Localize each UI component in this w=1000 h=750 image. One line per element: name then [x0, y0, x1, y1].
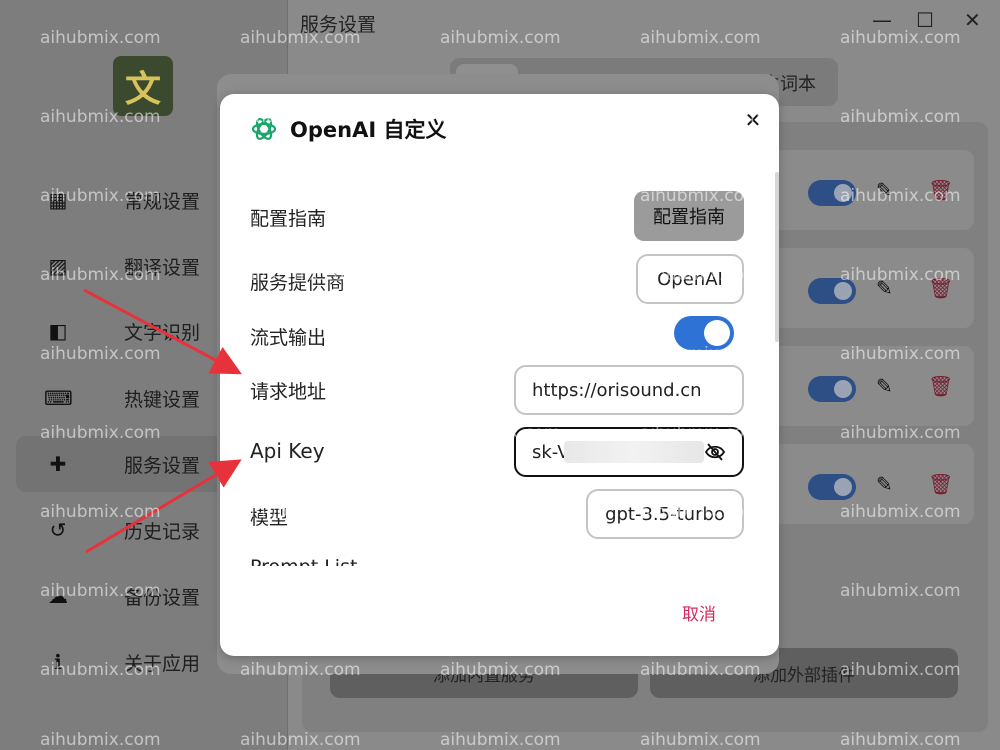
watermark: aihubmix.com: [640, 28, 761, 48]
watermark: aihubmix.com: [640, 344, 761, 364]
watermark: aihubmix.com: [440, 107, 561, 127]
watermark: aihubmix.com: [40, 107, 161, 127]
watermark: aihubmix.com: [640, 423, 761, 443]
edit-icon[interactable]: ✎: [876, 472, 898, 496]
watermark: aihubmix.com: [840, 28, 961, 48]
watermark: aihubmix.com: [40, 344, 161, 364]
watermark: aihubmix.com: [840, 344, 961, 364]
watermark: aihubmix.com: [840, 502, 961, 522]
watermark: aihubmix.com: [40, 502, 161, 522]
watermark: aihubmix.com: [240, 107, 361, 127]
openai-config-dialog: OpenAI 自定义 ✕ 配置指南 配置指南 服务提供商 OpenAI 流式输出…: [220, 94, 779, 656]
watermark: aihubmix.com: [240, 423, 361, 443]
url-label: 请求地址: [250, 381, 327, 403]
watermark: aihubmix.com: [640, 581, 761, 601]
watermark: aihubmix.com: [40, 186, 161, 206]
service-toggle[interactable]: [808, 474, 856, 500]
watermark: aihubmix.com: [840, 730, 961, 750]
watermark: aihubmix.com: [440, 344, 561, 364]
prompt-list-label: Prompt List: [250, 554, 357, 566]
watermark: aihubmix.com: [840, 423, 961, 443]
guide-label: 配置指南: [250, 208, 327, 230]
url-input[interactable]: https://orisound.cn: [514, 365, 744, 415]
sidebar-item-label: 文字识别: [124, 321, 201, 344]
watermark: aihubmix.com: [240, 502, 361, 522]
watermark: aihubmix.com: [40, 265, 161, 285]
watermark: aihubmix.com: [640, 186, 761, 206]
watermark: aihubmix.com: [40, 730, 161, 750]
watermark: aihubmix.com: [40, 660, 161, 680]
watermark: aihubmix.com: [840, 107, 961, 127]
watermark: aihubmix.com: [240, 344, 361, 364]
ocr-icon: ◧: [48, 319, 68, 343]
edit-icon[interactable]: ✎: [876, 374, 898, 398]
watermark: aihubmix.com: [240, 186, 361, 206]
keyboard-icon: ⌨: [44, 386, 73, 410]
watermark: aihubmix.com: [640, 660, 761, 680]
watermark: aihubmix.com: [440, 186, 561, 206]
watermark: aihubmix.com: [440, 660, 561, 680]
watermark: aihubmix.com: [840, 660, 961, 680]
sidebar-item-label: 热键设置: [124, 388, 201, 411]
watermark: aihubmix.com: [240, 265, 361, 285]
puzzle-icon: ✚: [49, 452, 67, 476]
redaction-blur: [564, 441, 704, 463]
watermark: aihubmix.com: [40, 581, 161, 601]
close-window-icon[interactable]: ✕: [964, 8, 981, 32]
watermark: aihubmix.com: [240, 28, 361, 48]
sidebar-item-label: 服务设置: [124, 454, 201, 477]
eye-off-icon[interactable]: [704, 441, 726, 463]
watermark: aihubmix.com: [240, 581, 361, 601]
watermark: aihubmix.com: [840, 186, 961, 206]
watermark: aihubmix.com: [440, 423, 561, 443]
watermark: aihubmix.com: [840, 581, 961, 601]
watermark: aihubmix.com: [440, 28, 561, 48]
service-toggle[interactable]: [808, 376, 856, 402]
delete-icon[interactable]: 🗑: [928, 374, 953, 398]
watermark: aihubmix.com: [440, 265, 561, 285]
watermark: aihubmix.com: [840, 265, 961, 285]
watermark: aihubmix.com: [240, 730, 361, 750]
cancel-button[interactable]: 取消: [682, 600, 716, 625]
watermark: aihubmix.com: [240, 660, 361, 680]
watermark: aihubmix.com: [440, 502, 561, 522]
watermark: aihubmix.com: [440, 581, 561, 601]
watermark: aihubmix.com: [40, 28, 161, 48]
dialog-scrollbar[interactable]: [775, 172, 779, 342]
watermark: aihubmix.com: [40, 423, 161, 443]
watermark: aihubmix.com: [640, 502, 761, 522]
watermark: aihubmix.com: [440, 730, 561, 750]
delete-icon[interactable]: 🗑: [928, 472, 953, 496]
watermark: aihubmix.com: [640, 265, 761, 285]
watermark: aihubmix.com: [640, 107, 761, 127]
watermark: aihubmix.com: [640, 730, 761, 750]
